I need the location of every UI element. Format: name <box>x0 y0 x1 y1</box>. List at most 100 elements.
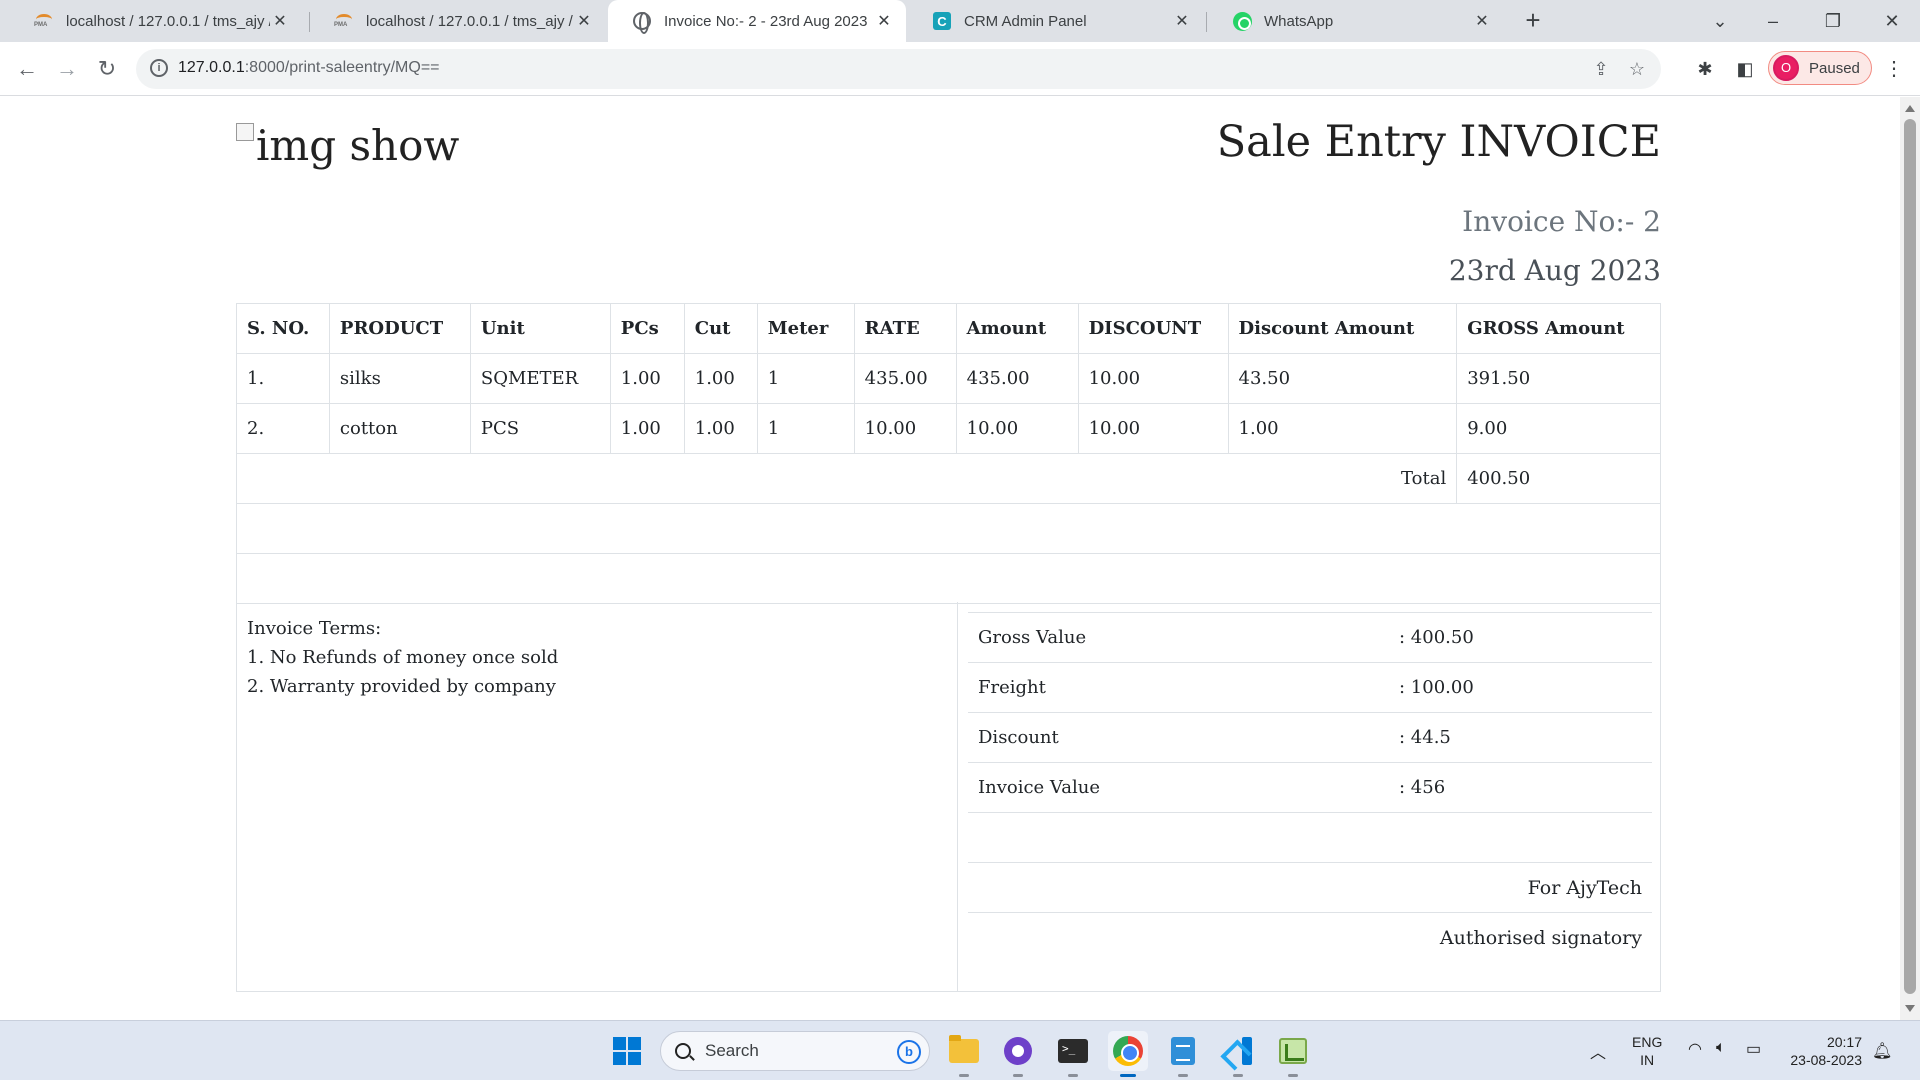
side-panel-icon[interactable]: ◧ <box>1732 56 1758 82</box>
for-company: For AjyTech <box>968 862 1652 912</box>
bookmark-star-icon[interactable]: ☆ <box>1625 57 1649 81</box>
signatory-text: Authorised signatory <box>1439 926 1642 949</box>
close-tab-icon[interactable]: ✕ <box>1172 11 1192 31</box>
tab-search-chevron-icon[interactable]: ⌄ <box>1692 0 1748 42</box>
column-header: PCs <box>609 303 685 354</box>
table-cell: 9.00 <box>1456 403 1661 454</box>
wifi-icon[interactable]: ◠ <box>1688 1039 1702 1059</box>
table-cell: 2. <box>236 403 330 454</box>
notification-bell-icon[interactable]: 🔔︎ <box>1872 1041 1892 1061</box>
items-table: S. NO. PRODUCT Unit PCs Cut Meter RATE A… <box>235 303 1661 604</box>
invoice-number: Invoice No:- 2 <box>1462 205 1661 238</box>
table-cell: 1.00 <box>683 353 758 404</box>
taskbar-search[interactable]: Search b <box>660 1031 930 1071</box>
scroll-down-icon[interactable] <box>1905 1005 1915 1012</box>
minimize-icon[interactable]: – <box>1745 0 1801 42</box>
show-hidden-icons-chevron-icon[interactable]: ︿ <box>1590 1039 1606 1063</box>
summary-value: : 400.50 <box>1399 627 1474 648</box>
column-header: DISCOUNT <box>1077 303 1229 354</box>
column-header: RATE <box>853 303 957 354</box>
summary-table: Gross Value : 400.50 Freight : 100.00 Di… <box>968 612 1652 962</box>
column-header: Unit <box>469 303 611 354</box>
for-company-text: For AjyTech <box>1527 876 1642 899</box>
table-cell: cotton <box>328 403 471 454</box>
table-row: 1. silks SQMETER 1.00 1.00 1 435.00 435.… <box>236 353 1661 404</box>
scrollbar-thumb[interactable] <box>1904 119 1916 994</box>
tab-phpmyadmin-1[interactable]: localhost / 127.0.0.1 / tms_ajy / s ✕ <box>10 0 302 42</box>
table-header-row: S. NO. PRODUCT Unit PCs Cut Meter RATE A… <box>236 303 1661 354</box>
github-desktop-icon[interactable] <box>998 1031 1038 1077</box>
summary-label: Invoice Value <box>978 777 1101 798</box>
summary-row-invoice-value: Invoice Value : 456 <box>968 762 1652 812</box>
blank-row <box>236 553 1661 604</box>
summary-label: Gross Value <box>978 627 1087 648</box>
column-header: Cut <box>683 303 758 354</box>
database-tool-icon[interactable] <box>1273 1031 1313 1077</box>
term-item: 1. No Refunds of money once sold <box>247 647 559 668</box>
forward-icon[interactable]: → <box>52 54 82 84</box>
back-icon[interactable]: ← <box>12 54 42 84</box>
terminal-icon[interactable]: >_ <box>1053 1031 1093 1077</box>
column-header: PRODUCT <box>328 303 471 354</box>
bing-icon[interactable]: b <box>897 1040 921 1064</box>
battery-icon[interactable]: ▭ <box>1746 1039 1761 1059</box>
close-tab-icon[interactable]: ✕ <box>1472 11 1492 31</box>
page-scrollbar[interactable] <box>1900 97 1920 1020</box>
restore-icon[interactable]: ❐ <box>1805 0 1861 42</box>
close-tab-icon[interactable]: ✕ <box>874 11 894 31</box>
table-cell: 43.50 <box>1227 353 1458 404</box>
tab-phpmyadmin-2[interactable]: localhost / 127.0.0.1 / tms_ajy / s ✕ <box>310 0 606 42</box>
whatsapp-icon <box>1232 11 1252 31</box>
extensions-puzzle-icon[interactable]: ✱ <box>1692 56 1718 82</box>
summary-row-empty <box>968 812 1652 862</box>
close-tab-icon[interactable]: ✕ <box>270 11 290 31</box>
windows-taskbar: Search b >_ ︿ ENG IN ◠ 🔈︎ ▭ 20:17 23-08-… <box>0 1020 1920 1080</box>
blank-cell <box>236 503 1661 554</box>
invoice-page: img show Sale Entry INVOICE Invoice No:-… <box>0 97 1900 1020</box>
table-cell: silks <box>328 353 471 404</box>
volume-icon[interactable]: 🔈︎ <box>1716 1039 1726 1057</box>
file-explorer-icon[interactable] <box>944 1031 984 1077</box>
authorised-signatory: Authorised signatory <box>968 912 1652 962</box>
column-header: Discount Amount <box>1227 303 1458 354</box>
tab-invoice[interactable]: Invoice No:- 2 - 23rd Aug 2023 ✕ <box>608 0 906 42</box>
chrome-icon[interactable] <box>1108 1031 1148 1077</box>
menu-kebab-icon[interactable]: ⋮ <box>1884 56 1904 82</box>
table-cell: 1 <box>756 403 855 454</box>
table-cell: 1.00 <box>609 353 685 404</box>
term-item: 2. Warranty provided by company <box>247 676 556 697</box>
table-row: 2. cotton PCS 1.00 1.00 1 10.00 10.00 10… <box>236 403 1661 454</box>
tab-whatsapp[interactable]: WhatsApp ✕ <box>1208 0 1504 42</box>
system-clock[interactable]: 20:17 23-08-2023 <box>1782 1033 1862 1069</box>
reload-icon[interactable]: ↻ <box>92 54 122 84</box>
notepad-icon[interactable] <box>1163 1031 1203 1077</box>
logo-image: img show <box>236 121 459 170</box>
blank-cell <box>236 553 1661 604</box>
profile-button[interactable]: O Paused <box>1768 51 1872 85</box>
table-cell: 10.00 <box>1077 353 1229 404</box>
vscode-icon[interactable] <box>1218 1031 1258 1077</box>
table-cell: 1. <box>236 353 330 404</box>
new-tab-button[interactable]: + <box>1520 7 1546 34</box>
tab-crm-admin[interactable]: C CRM Admin Panel ✕ <box>908 0 1204 42</box>
globe-icon <box>632 11 652 34</box>
address-bar[interactable]: i 127.0.0.1:8000/print-saleentry/MQ== ⇪ … <box>136 49 1661 89</box>
table-cell: 435.00 <box>853 353 957 404</box>
summary-row-gross: Gross Value : 400.50 <box>968 612 1652 662</box>
windows-logo-icon <box>613 1037 641 1065</box>
region-code: IN <box>1640 1052 1655 1068</box>
scroll-up-icon[interactable] <box>1905 105 1915 112</box>
share-icon[interactable]: ⇪ <box>1589 57 1613 81</box>
tab-title: CRM Admin Panel <box>964 12 1087 30</box>
crm-icon: C <box>932 11 952 31</box>
site-info-icon[interactable]: i <box>150 59 168 77</box>
tab-title: localhost / 127.0.0.1 / tms_ajy / s <box>366 12 574 30</box>
url-text[interactable]: 127.0.0.1:8000/print-saleentry/MQ== <box>178 59 440 77</box>
close-window-icon[interactable]: ✕ <box>1864 0 1920 42</box>
start-button[interactable] <box>607 1031 647 1071</box>
phpmyadmin-icon <box>334 11 354 31</box>
language-indicator[interactable]: ENG IN <box>1632 1033 1662 1069</box>
table-cell: 10.00 <box>853 403 957 454</box>
table-cell: 10.00 <box>1077 403 1229 454</box>
close-tab-icon[interactable]: ✕ <box>574 11 594 31</box>
